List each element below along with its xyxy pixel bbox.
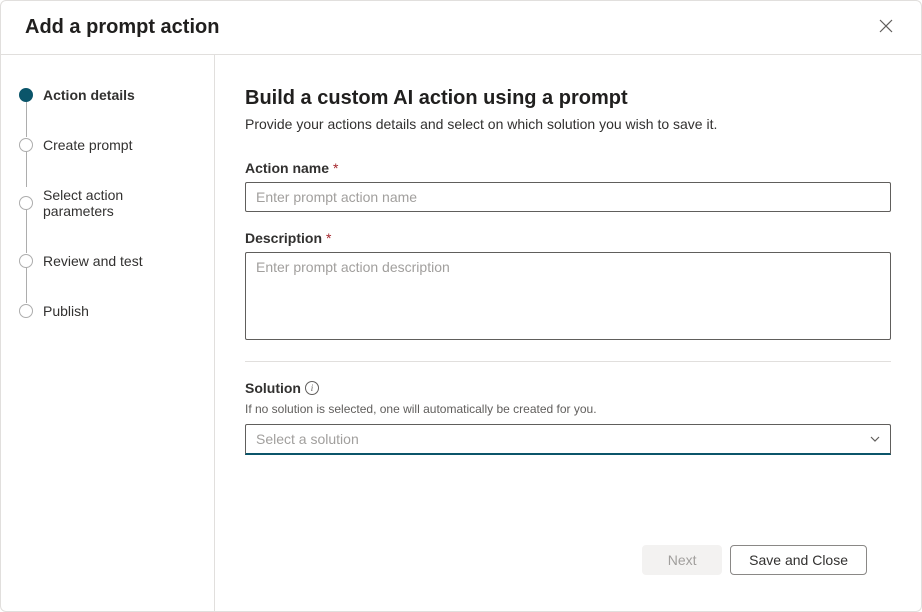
solution-label: Solution i xyxy=(245,380,891,396)
prompt-action-dialog: Add a prompt action Action details Creat… xyxy=(1,1,921,611)
step-create-prompt[interactable]: Create prompt xyxy=(19,137,196,187)
close-icon xyxy=(879,19,893,36)
save-and-close-button[interactable]: Save and Close xyxy=(730,545,867,575)
step-label: Action details xyxy=(43,87,135,103)
step-indicator-icon xyxy=(19,196,33,210)
main-content: Build a custom AI action using a prompt … xyxy=(215,55,921,611)
description-label: Description * xyxy=(245,230,891,246)
step-indicator-icon xyxy=(19,304,33,318)
description-input[interactable] xyxy=(245,252,891,340)
step-label: Create prompt xyxy=(43,137,132,153)
page-heading: Build a custom AI action using a prompt xyxy=(245,87,891,110)
step-connector xyxy=(26,101,27,137)
next-button[interactable]: Next xyxy=(642,545,722,575)
step-label: Review and test xyxy=(43,253,143,269)
solution-select[interactable]: Select a solution xyxy=(245,424,891,455)
step-label: Publish xyxy=(43,303,89,319)
step-publish[interactable]: Publish xyxy=(19,303,196,319)
required-mark: * xyxy=(326,230,331,246)
step-indicator-icon xyxy=(19,88,33,102)
step-indicator-icon xyxy=(19,138,33,152)
section-divider xyxy=(245,361,891,362)
dialog-body: Action details Create prompt Select acti… xyxy=(1,55,921,611)
solution-field: Solution i If no solution is selected, o… xyxy=(245,380,891,455)
action-name-label: Action name * xyxy=(245,160,891,176)
description-field: Description * xyxy=(245,230,891,343)
dialog-header: Add a prompt action xyxy=(1,1,921,55)
step-select-parameters[interactable]: Select action parameters xyxy=(19,187,196,253)
required-mark: * xyxy=(333,160,338,176)
step-list: Action details Create prompt Select acti… xyxy=(19,87,196,319)
step-label: Select action parameters xyxy=(43,187,196,219)
dialog-footer: Next Save and Close xyxy=(245,531,891,591)
close-button[interactable] xyxy=(875,15,897,40)
wizard-steps-sidebar: Action details Create prompt Select acti… xyxy=(1,55,215,611)
step-action-details[interactable]: Action details xyxy=(19,87,196,137)
solution-hint: If no solution is selected, one will aut… xyxy=(245,402,891,416)
step-connector xyxy=(26,151,27,187)
solution-select-value: Select a solution xyxy=(245,424,891,455)
page-subheading: Provide your actions details and select … xyxy=(245,116,891,132)
dialog-title: Add a prompt action xyxy=(25,16,219,39)
action-name-input[interactable] xyxy=(245,182,891,212)
info-icon[interactable]: i xyxy=(305,381,319,395)
step-indicator-icon xyxy=(19,254,33,268)
step-connector xyxy=(26,267,27,303)
action-name-field: Action name * xyxy=(245,160,891,212)
step-review-test[interactable]: Review and test xyxy=(19,253,196,303)
